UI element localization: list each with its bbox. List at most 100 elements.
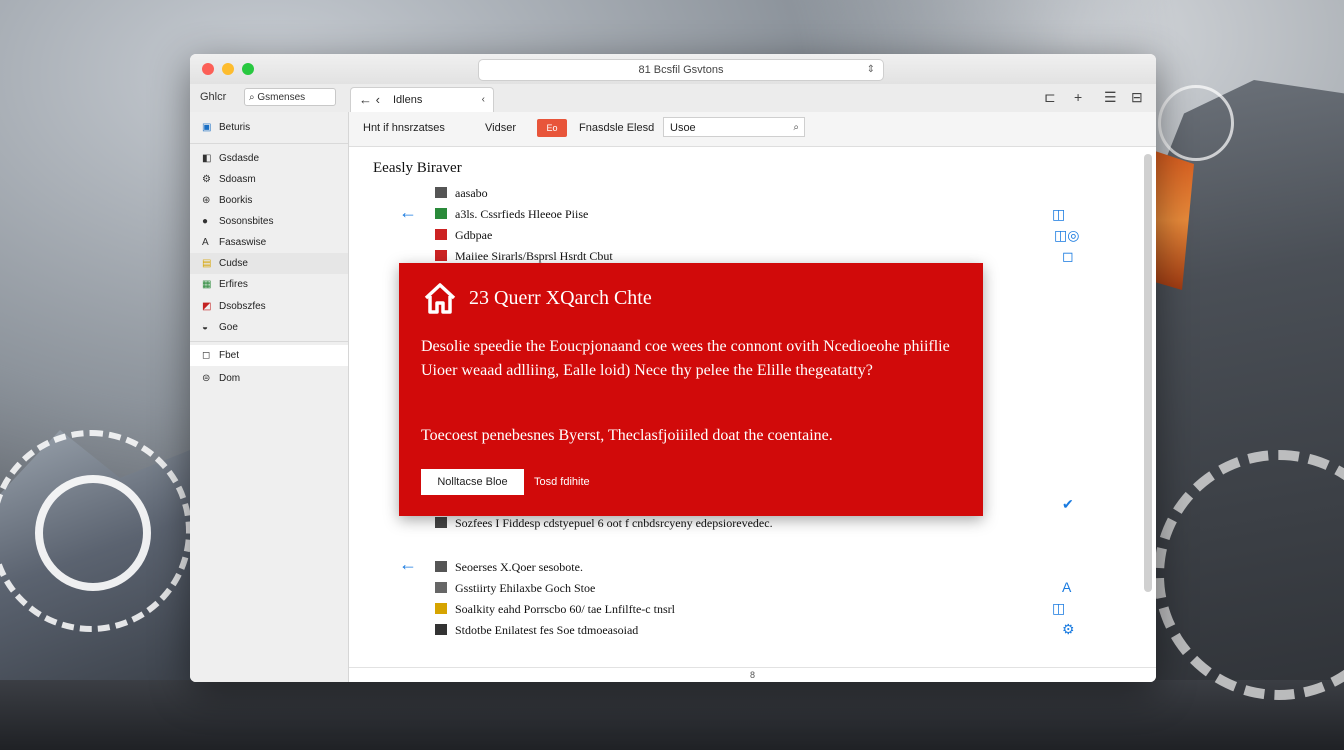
dialog-body-secondary: Toecoest penebesnes Byerst, Theclasfjoii…: [421, 427, 833, 444]
dialog-primary-button[interactable]: Nolltacse Bloe: [421, 469, 524, 495]
sidebar-item-beturis[interactable]: ▣ Beturis: [190, 117, 348, 138]
list-item-text: a3ls. Cssrfieds Hleeoe Piise: [455, 207, 589, 221]
sidebar-item-fbet[interactable]: ◻ Fbet: [190, 345, 348, 366]
sidebar-item-fasaswise[interactable]: A Fasaswise: [190, 232, 348, 253]
columns-icon[interactable]: ◫: [1052, 206, 1065, 223]
hud-ring-top-right-icon: [1158, 85, 1234, 161]
item-icon: [435, 229, 447, 240]
item-icon: [435, 208, 447, 219]
address-text: 81 Bcsfil Gsvtons: [638, 64, 724, 76]
sidebar-item-label: Dsobszfes: [219, 301, 266, 312]
list-item-text: Stdotbe Enilatest fes Soe tdmoeasoiad: [455, 623, 639, 637]
filter-option-1[interactable]: Hnt if hnsrzatses: [363, 122, 445, 134]
list-item[interactable]: Seoerses X.Qoer sesobote.: [435, 560, 583, 578]
list-item[interactable]: Stdotbe Enilatest fes Soe tdmoeasoiad: [435, 623, 638, 641]
sidebar-item-icon: ▦: [202, 279, 212, 290]
sidebar-item-icon: ●: [202, 216, 209, 227]
sidebar-item-label: Beturis: [219, 122, 251, 133]
list-item-text: Maiiee Sirarls/Bsprsl Hsrdt Cbut: [455, 249, 613, 263]
list-item-text: aasabo: [455, 186, 488, 200]
square-icon[interactable]: ◻: [1062, 248, 1074, 265]
toolbar-search-input[interactable]: ⌕ Gsmenses: [244, 88, 336, 106]
sidebar-item-cudse[interactable]: ▤ Cudse: [190, 253, 348, 274]
plus-icon[interactable]: +: [1074, 89, 1082, 105]
sidebar-item-sosonsbites[interactable]: ● Sosonsbites: [190, 211, 348, 232]
filter-badge-button[interactable]: Eo: [537, 119, 567, 137]
dialog-body-primary: Desolie speedie the Eoucpjonaand coe wee…: [421, 338, 950, 379]
sidebar-divider: [190, 341, 348, 342]
sidebar-item-label: Goe: [219, 322, 238, 333]
list-item[interactable]: Gsstiirty Ehilaxbe Goch Stoe: [435, 581, 595, 599]
filter-option-2[interactable]: Vidser: [485, 122, 516, 134]
list-item[interactable]: aasabo: [435, 186, 488, 204]
sidebar-item-goe[interactable]: ◒ Goe: [190, 317, 348, 338]
back-arrow-icon[interactable]: ←: [399, 202, 417, 223]
sidebar-item-erfires[interactable]: ▦ Erfires: [190, 274, 348, 295]
item-icon: [435, 603, 447, 614]
sidebar-item-icon: ▤: [202, 258, 212, 269]
close-window-button[interactable]: [202, 63, 214, 75]
grid-icon[interactable]: ⊟: [1131, 89, 1143, 106]
list-item[interactable]: a3ls. Cssrfieds Hleeoe Piise: [435, 207, 588, 225]
back-arrow-icon[interactable]: ←: [399, 554, 417, 575]
item-icon: [435, 624, 447, 635]
sidebar-item-dom[interactable]: ⊜ Dom: [190, 368, 348, 389]
maximize-window-button[interactable]: [242, 63, 254, 75]
item-icon: [435, 517, 447, 528]
columns-icon[interactable]: ◫: [1052, 600, 1065, 617]
tab-close-icon[interactable]: ‹: [482, 88, 485, 112]
sidebar-item-label: Fbet: [219, 350, 240, 361]
sidebar-item-icon: ◒: [202, 322, 209, 333]
address-bar[interactable]: 81 Bcsfil Gsvtons ⇕: [478, 59, 884, 81]
tab-title: Idlens: [393, 94, 423, 106]
desktop-ground: [0, 680, 1344, 750]
status-bar: 8: [349, 667, 1156, 682]
view-toggle-icon[interactable]: ◫◎: [1054, 227, 1079, 244]
sidebar-item-icon: ◧: [202, 153, 212, 164]
dialog-title: 23 Querr XQarch Chte: [469, 287, 652, 309]
toolbar: Ghlcr ⌕ Gsmenses ← ‹ Idlens ‹ ⊏ + ☰ ⊟: [190, 84, 1156, 113]
sidebar-item-icon: ◻: [202, 350, 211, 361]
toolbar-label: Ghlcr: [200, 91, 227, 103]
filter-option-3[interactable]: Fnasdsle Elesd: [579, 122, 654, 134]
sidebar-item-icon: A: [202, 237, 209, 248]
list-item-text: Soalkity eahd Porrscbo 60/ tae Lnfilfte-…: [455, 602, 675, 616]
sidebar-divider: [190, 143, 348, 144]
item-icon: [435, 187, 447, 198]
list-item[interactable]: Soalkity eahd Porrscbo 60/ tae Lnfilfte-…: [435, 602, 675, 620]
settings-icon[interactable]: ⚙: [1062, 621, 1075, 638]
address-dropdown-icon[interactable]: ⇕: [867, 60, 875, 80]
sidebar-item-dsobszfes[interactable]: ◩ Dsobszfes: [190, 296, 348, 317]
list-item-text: Gsstiirty Ehilaxbe Goch Stoe: [455, 581, 596, 595]
item-icon: [435, 582, 447, 593]
list-icon[interactable]: ☰: [1104, 89, 1117, 106]
minimize-window-button[interactable]: [222, 63, 234, 75]
filter-bar: Hnt if hnsrzatses Vidser Eo Fnasdsle Ele…: [349, 112, 1156, 147]
content-search-value: Usoe: [670, 122, 696, 134]
list-item[interactable]: Sozfees I Fiddesp cdstyepuel 6 oot f cnb…: [435, 516, 773, 534]
list-title: Eeasly Biraver: [373, 160, 462, 176]
dialog-secondary-button[interactable]: Tosd fdihite: [534, 469, 590, 495]
titlebar: 81 Bcsfil Gsvtons ⇕: [190, 54, 1156, 85]
sidebar-item-label: Boorkis: [219, 195, 253, 206]
list-item-text: Sozfees I Fiddesp cdstyepuel 6 oot f cnb…: [455, 516, 773, 530]
list-item[interactable]: Gdbpae: [435, 228, 492, 246]
sidebar-item-label: Sdoasm: [219, 174, 256, 185]
hud-core-left-icon: [35, 475, 151, 591]
content-search-input[interactable]: Usoe ⌕: [663, 117, 805, 137]
sidebar-item-gsdasde[interactable]: ◧ Gsdasde: [190, 148, 348, 169]
tab-active[interactable]: ← ‹ Idlens ‹: [350, 87, 494, 113]
font-icon[interactable]: A: [1062, 579, 1071, 595]
tab-back-icon[interactable]: ← ‹: [359, 88, 380, 112]
sidebar-item-icon: ⊛: [202, 195, 211, 206]
sidebar-item-label: Fasaswise: [219, 237, 267, 248]
sidebar-item-boorkis[interactable]: ⊛ Boorkis: [190, 190, 348, 211]
sidebar-icon[interactable]: ⊏: [1044, 89, 1056, 106]
sidebar-item-label: Dom: [219, 373, 241, 384]
sidebar-item-label: Cudse: [219, 258, 248, 269]
sidebar-item-sdoasm[interactable]: ⚙ Sdoasm: [190, 169, 348, 190]
search-icon: ⌕: [793, 122, 799, 133]
sidebar-item-label: Erfires: [219, 279, 248, 290]
check-icon[interactable]: ✔: [1062, 496, 1074, 513]
scrollbar[interactable]: [1144, 154, 1152, 592]
